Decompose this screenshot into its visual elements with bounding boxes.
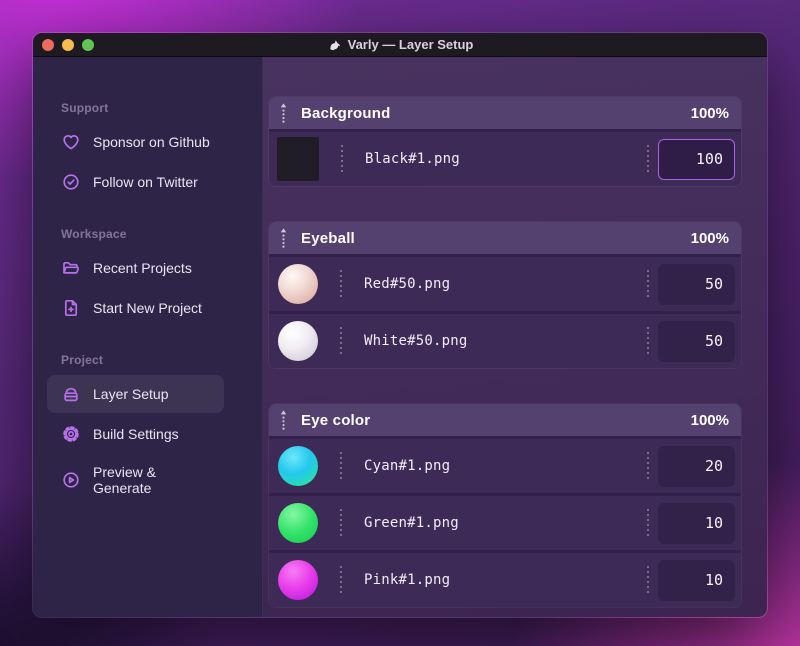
layer-group-percent: 100%: [690, 104, 729, 122]
layer-group-background: Background 100% Black#1.png: [269, 97, 741, 186]
layer-list[interactable]: Background 100% Black#1.png Eyeball 100%…: [263, 57, 767, 617]
layer-weight-input[interactable]: [658, 320, 735, 362]
dotted-separator: [340, 566, 342, 594]
sidebar-section-label-workspace: Workspace: [61, 227, 127, 241]
dotted-separator: [647, 270, 649, 298]
dotted-separator: [340, 327, 342, 355]
window-title-text: Varly — Layer Setup: [347, 37, 474, 52]
sidebar-item-follow-on-twitter[interactable]: Follow on Twitter: [47, 163, 224, 201]
zoom-button[interactable]: [82, 38, 94, 51]
drag-handle-icon[interactable]: [279, 228, 288, 248]
layer-group-title: Eye color: [301, 411, 371, 429]
close-button[interactable]: [42, 38, 54, 51]
drag-handle-icon[interactable]: [279, 103, 288, 123]
archive-icon: [61, 384, 81, 404]
layer-filename: Black#1.png: [365, 151, 460, 167]
dotted-separator: [647, 452, 649, 480]
sidebar-section-items: Recent Projects Start New Project: [33, 249, 262, 327]
layer-row: White#50.png: [269, 314, 741, 368]
layer-group-percent: 100%: [690, 229, 729, 247]
layer-weight-input[interactable]: [658, 502, 735, 544]
unicorn-icon: [327, 37, 342, 52]
layer-row: Cyan#1.png: [269, 439, 741, 493]
sidebar-item-preview-generate[interactable]: Preview & Generate: [47, 455, 224, 505]
titlebar[interactable]: Varly — Layer Setup: [33, 33, 767, 57]
sidebar-section-items: Sponsor on Github Follow on Twitter: [33, 123, 262, 201]
sidebar-section: Project Layer Setup Build Settings Previ…: [33, 353, 262, 505]
sidebar-item-label: Recent Projects: [93, 260, 192, 276]
window-title: Varly — Layer Setup: [327, 37, 474, 52]
sidebar-item-label: Build Settings: [93, 426, 179, 442]
window-body: Support Sponsor on Github Follow on Twit…: [33, 57, 767, 617]
sidebar-item-layer-setup[interactable]: Layer Setup: [47, 375, 224, 413]
play-circle-icon: [61, 470, 81, 490]
sidebar-section-items: Layer Setup Build Settings Preview & Gen…: [33, 375, 262, 505]
layer-group-rows: Black#1.png: [269, 132, 741, 186]
layer-group-eye-color: Eye color 100% Cyan#1.png Green#1.png Pi…: [269, 404, 741, 607]
layer-group-rows: Red#50.png White#50.png: [269, 257, 741, 368]
layer-group-header[interactable]: Eye color 100%: [269, 404, 741, 436]
gear-icon: [61, 424, 81, 444]
sidebar-section: Support Sponsor on Github Follow on Twit…: [33, 101, 262, 201]
red-sphere-thumbnail: [278, 264, 318, 304]
layer-group-header[interactable]: Eyeball 100%: [269, 222, 741, 254]
cyan-sphere-thumbnail: [278, 446, 318, 486]
black-square-thumbnail: [277, 137, 319, 181]
sidebar-item-label: Preview & Generate: [93, 464, 157, 496]
layer-filename: Cyan#1.png: [364, 458, 451, 474]
file-plus-icon: [61, 298, 81, 318]
layer-row: Black#1.png: [269, 132, 741, 186]
layer-weight-input[interactable]: [658, 138, 735, 180]
sidebar-item-recent-projects[interactable]: Recent Projects: [47, 249, 224, 287]
layer-group-title: Background: [301, 104, 391, 122]
layer-group-header[interactable]: Background 100%: [269, 97, 741, 129]
app-window: Varly — Layer Setup Support Sponsor on G…: [32, 32, 768, 618]
dotted-separator: [340, 270, 342, 298]
drag-handle-icon[interactable]: [279, 410, 288, 430]
badge-check-icon: [61, 172, 81, 192]
layer-group-rows: Cyan#1.png Green#1.png Pink#1.png: [269, 439, 741, 607]
layer-filename: Red#50.png: [364, 276, 451, 292]
green-sphere-thumbnail: [278, 503, 318, 543]
sidebar: Support Sponsor on Github Follow on Twit…: [33, 57, 263, 617]
layer-weight-input[interactable]: [658, 445, 735, 487]
heart-icon: [61, 132, 81, 152]
sidebar-item-build-settings[interactable]: Build Settings: [47, 415, 224, 453]
dotted-separator: [647, 327, 649, 355]
layer-row: Pink#1.png: [269, 553, 741, 607]
layer-row: Red#50.png: [269, 257, 741, 311]
sidebar-item-label: Start New Project: [93, 300, 202, 316]
dotted-separator: [647, 566, 649, 594]
layer-group-title: Eyeball: [301, 229, 355, 247]
minimize-button[interactable]: [62, 38, 74, 51]
sidebar-section-label-support: Support: [61, 101, 109, 115]
dotted-separator: [647, 145, 649, 173]
white-sphere-thumbnail: [278, 321, 318, 361]
layer-filename: White#50.png: [364, 333, 468, 349]
sidebar-item-label: Sponsor on Github: [93, 134, 210, 150]
layer-filename: Green#1.png: [364, 515, 459, 531]
sidebar-item-label: Follow on Twitter: [93, 174, 198, 190]
layer-weight-input[interactable]: [658, 559, 735, 601]
traffic-lights: [42, 33, 94, 56]
pink-sphere-thumbnail: [278, 560, 318, 600]
dotted-separator: [340, 509, 342, 537]
sidebar-section-label-project: Project: [61, 353, 104, 367]
sidebar-item-sponsor-on-github[interactable]: Sponsor on Github: [47, 123, 224, 161]
layer-group-percent: 100%: [690, 411, 729, 429]
dotted-separator: [647, 509, 649, 537]
sidebar-section: Workspace Recent Projects Start New Proj…: [33, 227, 262, 327]
layer-group-eyeball: Eyeball 100% Red#50.png White#50.png: [269, 222, 741, 368]
layer-weight-input[interactable]: [658, 263, 735, 305]
layer-filename: Pink#1.png: [364, 572, 451, 588]
dotted-separator: [341, 145, 343, 173]
sidebar-item-start-new-project[interactable]: Start New Project: [47, 289, 224, 327]
sidebar-item-label: Layer Setup: [93, 386, 169, 402]
folder-icon: [61, 258, 81, 278]
dotted-separator: [340, 452, 342, 480]
layer-row: Green#1.png: [269, 496, 741, 550]
